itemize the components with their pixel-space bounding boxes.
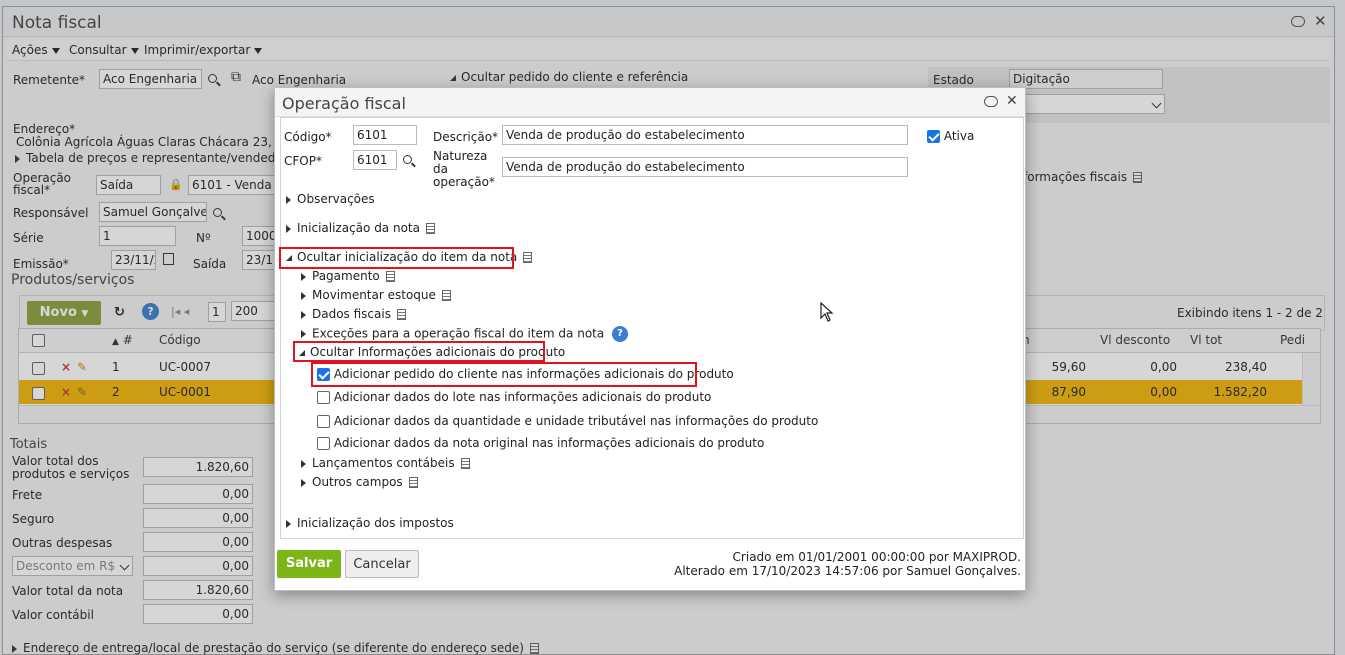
dialog-body: Código* 6101 Descrição* Venda de produçã… — [280, 117, 1024, 539]
search-icon[interactable] — [403, 153, 412, 167]
outros-campos-toggle[interactable]: Outros campos — [301, 475, 418, 489]
natureza-label: Natureza da operação* — [433, 149, 495, 189]
cfop-label: CFOP* — [284, 154, 322, 168]
movimentar-estoque-toggle[interactable]: Movimentar estoque — [301, 288, 451, 302]
descricao-input[interactable]: Venda de produção do estabelecimento — [502, 125, 908, 145]
codigo-input[interactable]: 6101 — [353, 125, 417, 145]
salvar-button[interactable]: Salvar — [277, 550, 341, 578]
dialog-title: Operação fiscal — [282, 94, 406, 113]
excecoes-toggle[interactable]: Exceções para a operação fiscal do item … — [301, 326, 629, 342]
cancelar-button[interactable]: Cancelar — [345, 550, 419, 578]
ativa-check-icon — [927, 130, 940, 143]
pagamento-toggle[interactable]: Pagamento — [301, 269, 395, 283]
dados-fiscais-toggle[interactable]: Dados fiscais — [301, 307, 406, 321]
ativa-checkbox[interactable]: Ativa — [927, 129, 974, 143]
lancamentos-toggle[interactable]: Lançamentos contábeis — [301, 456, 470, 470]
dialog-titlebar: Operação fiscal ✕ — [275, 88, 1025, 117]
observacoes-toggle[interactable]: Observações — [286, 192, 375, 206]
chat-icon[interactable] — [984, 96, 998, 110]
check-nota-original[interactable]: Adicionar dados da nota original nas inf… — [317, 436, 764, 450]
highlight-ocultar-item — [279, 247, 514, 269]
close-icon[interactable]: ✕ — [1006, 93, 1018, 109]
inicializacao-nota-toggle[interactable]: Inicialização da nota — [286, 221, 435, 235]
check-quantidade-unidade[interactable]: Adicionar dados da quantidade e unidade … — [317, 414, 818, 428]
criado-info: Criado em 01/01/2001 00:00:00 por MAXIPR… — [732, 550, 1021, 564]
codigo-label: Código* — [284, 130, 332, 144]
inicializacao-impostos-toggle[interactable]: Inicialização dos impostos — [286, 516, 454, 530]
highlight-ocultar-info — [293, 341, 545, 362]
mouse-pointer-icon — [820, 302, 834, 322]
natureza-input[interactable]: Venda de produção do estabelecimento — [502, 157, 908, 177]
alterado-info: Alterado em 17/10/2023 14:57:06 por Samu… — [674, 564, 1021, 578]
help-icon[interactable]: ? — [612, 326, 629, 342]
highlight-check-pedido — [311, 362, 697, 387]
check-dados-lote[interactable]: Adicionar dados do lote nas informações … — [317, 390, 711, 404]
descricao-label: Descrição* — [433, 130, 499, 144]
cfop-input[interactable]: 6101 — [353, 150, 397, 170]
operacao-fiscal-dialog: Operação fiscal ✕ Código* 6101 Descrição… — [274, 87, 1026, 591]
